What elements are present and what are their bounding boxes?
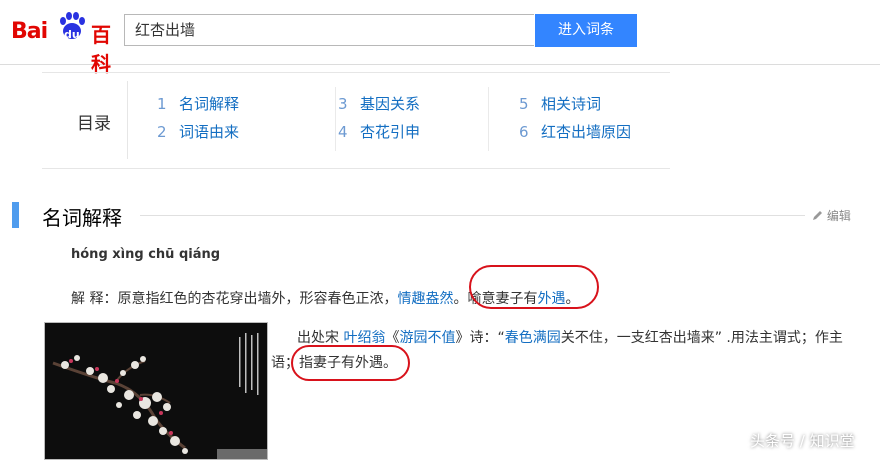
toc-item-3[interactable]: 3 基因关系 (338, 93, 420, 114)
toc-item-4[interactable]: 4 杏花引申 (338, 121, 420, 142)
link-qingqu-angran[interactable]: 情趣盎然 (397, 291, 453, 307)
logo-baike: 百科 (91, 23, 111, 76)
watermark: 头条号 / 知识堂 (750, 432, 855, 450)
toc-item-6[interactable]: 6 红杏出墙原因 (519, 121, 631, 142)
section-marker (12, 202, 19, 228)
toc-divider (127, 81, 128, 159)
toc-item-2[interactable]: 2 词语由来 (157, 121, 239, 142)
toc-column-divider (335, 87, 336, 151)
search-input[interactable]: 红杏出墙 (124, 14, 534, 46)
toc-title: 目录 (77, 114, 111, 134)
logo-du: du (64, 28, 80, 41)
pinyin: hóng xìng chū qiáng (71, 247, 221, 262)
link-chunse-manyuan[interactable]: 春色满园 (505, 330, 561, 346)
section-divider (140, 215, 805, 216)
pencil-icon (813, 211, 822, 220)
toc-column-divider (488, 87, 489, 151)
annotation-circle (469, 265, 599, 309)
enter-entry-button[interactable]: 进入词条 (535, 14, 637, 47)
blossom-painting (45, 323, 267, 459)
top-header: Bai du 百科 红杏出墙 进入词条 (0, 0, 880, 76)
link-youyuan-buzhi[interactable]: 游园不值 (399, 330, 455, 346)
apricot-blossom-image[interactable] (44, 322, 268, 460)
logo-bai: Bai (11, 19, 48, 44)
section-title: 名词解释 (42, 206, 122, 230)
edit-button[interactable]: 编辑 (812, 207, 851, 224)
table-of-contents: 目录 1 名词解释 2 词语由来 3 基因关系 4 杏花引申 5 相关诗词 6 红杏出墙原因 (42, 72, 670, 169)
toc-item-5[interactable]: 5 相关诗词 (519, 93, 601, 114)
link-ye-shaoweng[interactable]: 叶绍翁 (343, 330, 385, 346)
toc-item-1[interactable]: 1 名词解释 (157, 93, 239, 114)
annotation-circle (291, 345, 410, 381)
